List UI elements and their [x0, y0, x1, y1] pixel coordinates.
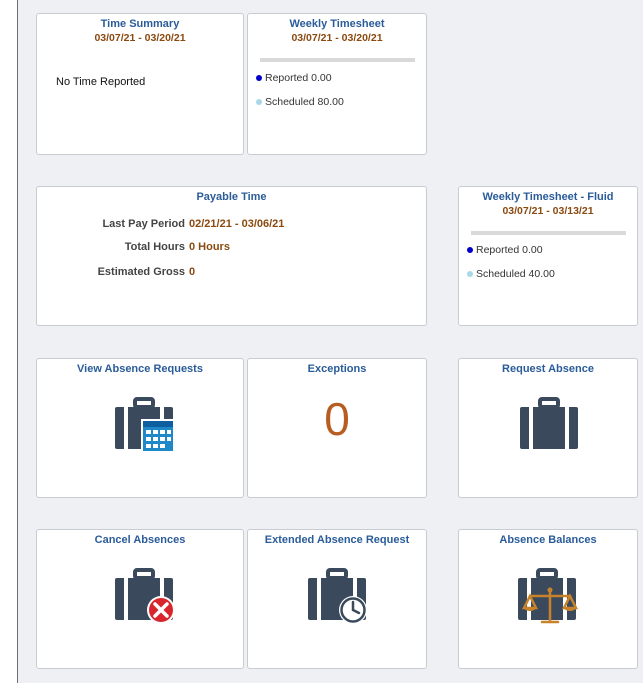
total-hours-value: 0 Hours: [189, 241, 230, 253]
briefcase-clock-icon: [308, 568, 367, 624]
time-summary-title: Time Summary: [100, 18, 180, 30]
weekly-timesheet-fluid-tile[interactable]: Weekly Timesheet - Fluid 03/07/21 - 03/1…: [458, 186, 638, 326]
time-summary-tile[interactable]: Time Summary 03/07/21 - 03/20/21 No Time…: [36, 13, 244, 155]
cancel-absences-tile[interactable]: Cancel Absences: [36, 529, 244, 669]
exceptions-tile[interactable]: Exceptions 0: [247, 358, 427, 498]
weekly-timesheet-progress-bar: [260, 58, 415, 62]
weekly-timesheet-fluid-scheduled: Scheduled 40.00: [476, 268, 555, 280]
extended-absence-request-title: Extended Absence Request: [264, 534, 410, 546]
weekly-timesheet-fluid-progress-bar: [471, 231, 626, 235]
total-hours-label: Total Hours: [124, 241, 185, 253]
extended-absence-request-tile[interactable]: Extended Absence Request: [247, 529, 427, 669]
weekly-timesheet-reported-legend: Reported 0.00: [256, 72, 332, 84]
tile-dashboard: Time Summary 03/07/21 - 03/20/21 No Time…: [17, 0, 643, 683]
weekly-timesheet-reported: Reported 0.00: [265, 72, 332, 84]
reported-dot-icon: [256, 75, 262, 81]
weekly-timesheet-period: 03/07/21 - 03/20/21: [291, 32, 383, 44]
weekly-timesheet-fluid-title: Weekly Timesheet - Fluid: [482, 191, 614, 203]
cancel-absences-title: Cancel Absences: [94, 534, 186, 546]
request-absence-title: Request Absence: [502, 363, 594, 375]
total-hours-row: Total Hours 0 Hours: [37, 241, 428, 255]
view-absence-requests-title: View Absence Requests: [77, 363, 203, 375]
weekly-timesheet-fluid-reported-legend: Reported 0.00: [467, 244, 543, 256]
weekly-timesheet-scheduled-legend: Scheduled 80.00: [256, 96, 344, 108]
estimated-gross-label: Estimated Gross: [97, 266, 185, 278]
estimated-gross-row: Estimated Gross 0: [37, 266, 428, 280]
weekly-timesheet-title: Weekly Timesheet: [289, 18, 385, 30]
weekly-timesheet-tile[interactable]: Weekly Timesheet 03/07/21 - 03/20/21 Rep…: [247, 13, 427, 155]
last-pay-period-value: 02/21/21 - 03/06/21: [189, 218, 285, 230]
scheduled-dot-icon: [467, 271, 473, 277]
exceptions-count: 0: [324, 393, 350, 445]
payable-time-tile[interactable]: Payable Time Last Pay Period 02/21/21 - …: [36, 186, 427, 326]
absence-balances-tile[interactable]: Absence Balances: [458, 529, 638, 669]
briefcase-scale-icon: [518, 568, 579, 624]
time-summary-period: 03/07/21 - 03/20/21: [94, 32, 186, 44]
request-absence-tile[interactable]: Request Absence: [458, 358, 638, 498]
absence-balances-title: Absence Balances: [499, 534, 597, 546]
view-absence-requests-tile[interactable]: View Absence Requests: [36, 358, 244, 498]
estimated-gross-value: 0: [189, 266, 196, 278]
briefcase-calendar-icon: [115, 397, 175, 453]
weekly-timesheet-fluid-scheduled-legend: Scheduled 40.00: [467, 268, 555, 280]
weekly-timesheet-scheduled: Scheduled 80.00: [265, 96, 344, 108]
briefcase-cancel-icon: [115, 568, 175, 624]
no-time-reported-text: No Time Reported: [56, 76, 146, 88]
reported-dot-icon: [467, 247, 473, 253]
scheduled-dot-icon: [256, 99, 262, 105]
weekly-timesheet-fluid-reported: Reported 0.00: [476, 244, 543, 256]
briefcase-icon: [520, 397, 578, 449]
exceptions-title: Exceptions: [307, 363, 367, 375]
payable-time-title: Payable Time: [196, 191, 267, 203]
last-pay-period-label: Last Pay Period: [102, 218, 185, 230]
weekly-timesheet-fluid-period: 03/07/21 - 03/13/21: [502, 205, 594, 217]
last-pay-period-row: Last Pay Period 02/21/21 - 03/06/21: [37, 218, 428, 232]
